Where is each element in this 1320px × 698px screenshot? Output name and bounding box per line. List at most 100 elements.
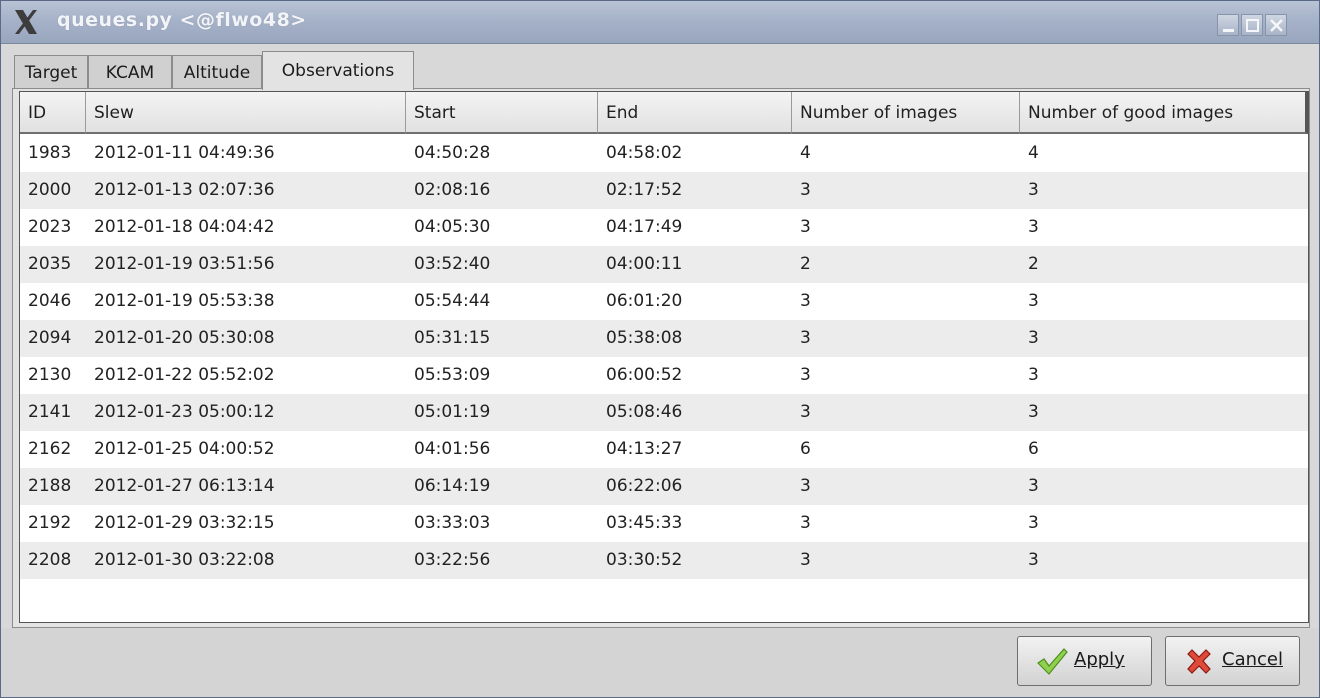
cell-num-good-images: 3: [1028, 550, 1039, 570]
table-row[interactable]: 2000 2012-01-13 02:07:36 02:08:16 02:17:52 3…: [20, 172, 1308, 209]
cell-slew: 2012-01-19 03:51:56: [94, 254, 275, 274]
observations-table: ID Slew Start End Number of images Numbe…: [19, 91, 1309, 623]
column-header-id[interactable]: ID: [20, 92, 86, 134]
cell-start: 02:08:16: [414, 180, 491, 200]
table-row[interactable]: 2208 2012-01-30 03:22:08 03:22:56 03:30:52 3…: [20, 542, 1308, 579]
cell-id: 1983: [28, 143, 72, 163]
cell-id: 2046: [28, 291, 72, 311]
tab-target[interactable]: Target: [14, 55, 88, 89]
cell-end: 03:45:33: [606, 513, 683, 533]
cell-end: 04:58:02: [606, 143, 683, 163]
cell-num-good-images: 3: [1028, 328, 1039, 348]
cell-num-images: 3: [800, 328, 811, 348]
cell-start: 05:31:15: [414, 328, 491, 348]
table-row[interactable]: 2094 2012-01-20 05:30:08 05:31:15 05:38:08 3…: [20, 320, 1308, 357]
cell-start: 04:05:30: [414, 217, 491, 237]
column-header-end[interactable]: End: [598, 92, 792, 134]
cell-num-images: 3: [800, 402, 811, 422]
close-icon: [1270, 19, 1283, 32]
apply-button[interactable]: Apply: [1017, 636, 1152, 686]
cell-end: 04:00:11: [606, 254, 683, 274]
close-window-button[interactable]: [1265, 14, 1287, 36]
cell-start: 03:52:40: [414, 254, 491, 274]
table-row[interactable]: 2141 2012-01-23 05:00:12 05:01:19 05:08:46 3…: [20, 394, 1308, 431]
cell-slew: 2012-01-19 05:53:38: [94, 291, 275, 311]
table-row[interactable]: 2035 2012-01-19 03:51:56 03:52:40 04:00:11 2…: [20, 246, 1308, 283]
tab-observations[interactable]: Observations: [262, 51, 414, 90]
cell-start: 04:50:28: [414, 143, 491, 163]
cell-end: 05:08:46: [606, 402, 683, 422]
table-row[interactable]: 1983 2012-01-11 04:49:36 04:50:28 04:58:02 4…: [20, 135, 1308, 172]
cell-id: 2035: [28, 254, 72, 274]
cell-num-good-images: 2: [1028, 254, 1039, 274]
cell-id: 2192: [28, 513, 72, 533]
cell-num-images: 3: [800, 291, 811, 311]
column-header-slew[interactable]: Slew: [86, 92, 406, 134]
button-bar: Apply Cancel: [1, 628, 1319, 697]
cell-start: 06:14:19: [414, 476, 491, 496]
cell-end: 05:38:08: [606, 328, 683, 348]
cell-num-good-images: 3: [1028, 513, 1039, 533]
cell-start: 03:33:03: [414, 513, 491, 533]
cell-start: 03:22:56: [414, 550, 491, 570]
cell-slew: 2012-01-20 05:30:08: [94, 328, 275, 348]
cancel-button-label: Cancel: [1222, 649, 1283, 670]
cell-slew: 2012-01-25 04:00:52: [94, 439, 275, 459]
apply-button-label: Apply: [1074, 649, 1125, 670]
cell-start: 05:54:44: [414, 291, 491, 311]
cell-id: 2000: [28, 180, 72, 200]
cell-slew: 2012-01-13 02:07:36: [94, 180, 275, 200]
table-header: ID Slew Start End Number of images Numbe…: [20, 92, 1308, 134]
cell-num-good-images: 3: [1028, 402, 1039, 422]
cell-end: 03:30:52: [606, 550, 683, 570]
title-bar[interactable]: queues.py <@flwo48>: [1, 1, 1319, 44]
cancel-button[interactable]: Cancel: [1165, 636, 1300, 686]
maximize-button[interactable]: [1241, 14, 1263, 36]
cell-start: 05:01:19: [414, 402, 491, 422]
cancel-x-icon: [1187, 649, 1211, 674]
cell-slew: 2012-01-23 05:00:12: [94, 402, 275, 422]
cell-num-good-images: 3: [1028, 365, 1039, 385]
cell-start: 05:53:09: [414, 365, 491, 385]
column-header-number-of-images[interactable]: Number of images: [792, 92, 1020, 134]
x-app-icon: [15, 10, 37, 34]
cell-slew: 2012-01-18 04:04:42: [94, 217, 275, 237]
table-row[interactable]: 2046 2012-01-19 05:53:38 05:54:44 06:01:20 3…: [20, 283, 1308, 320]
cell-start: 04:01:56: [414, 439, 491, 459]
tab-kcam[interactable]: KCAM: [88, 55, 172, 89]
window-title: queues.py <@flwo48>: [57, 9, 307, 31]
cell-num-images: 3: [800, 180, 811, 200]
cell-num-images: 6: [800, 439, 811, 459]
cell-num-images: 3: [800, 476, 811, 496]
table-row[interactable]: 2192 2012-01-29 03:32:15 03:33:03 03:45:33 3…: [20, 505, 1308, 542]
table-row[interactable]: 2188 2012-01-27 06:13:14 06:14:19 06:22:06 3…: [20, 468, 1308, 505]
cell-slew: 2012-01-29 03:32:15: [94, 513, 275, 533]
cell-num-good-images: 3: [1028, 180, 1039, 200]
column-header-number-of-good-images[interactable]: Number of good images: [1020, 92, 1308, 134]
cell-num-good-images: 4: [1028, 143, 1039, 163]
cell-end: 04:13:27: [606, 439, 683, 459]
cell-id: 2162: [28, 439, 72, 459]
cell-num-images: 3: [800, 365, 811, 385]
checkmark-icon: [1037, 648, 1068, 675]
table-row[interactable]: 2023 2012-01-18 04:04:42 04:05:30 04:17:49 3…: [20, 209, 1308, 246]
cell-num-images: 4: [800, 143, 811, 163]
cell-id: 2094: [28, 328, 72, 348]
cell-slew: 2012-01-27 06:13:14: [94, 476, 275, 496]
column-header-start[interactable]: Start: [406, 92, 598, 134]
cell-end: 04:17:49: [606, 217, 683, 237]
cell-id: 2141: [28, 402, 72, 422]
cell-num-images: 3: [800, 513, 811, 533]
cell-id: 2130: [28, 365, 72, 385]
app-window: queues.py <@flwo48> Target KCAM Altitude…: [0, 0, 1320, 698]
cell-num-images: 2: [800, 254, 811, 274]
tab-altitude[interactable]: Altitude: [172, 55, 262, 89]
cell-id: 2208: [28, 550, 72, 570]
cell-slew: 2012-01-30 03:22:08: [94, 550, 275, 570]
cell-end: 02:17:52: [606, 180, 683, 200]
cell-id: 2023: [28, 217, 72, 237]
minimize-button[interactable]: [1217, 14, 1239, 36]
table-row[interactable]: 2130 2012-01-22 05:52:02 05:53:09 06:00:52 3…: [20, 357, 1308, 394]
cell-num-good-images: 6: [1028, 439, 1039, 459]
table-row[interactable]: 2162 2012-01-25 04:00:52 04:01:56 04:13:27 6…: [20, 431, 1308, 468]
